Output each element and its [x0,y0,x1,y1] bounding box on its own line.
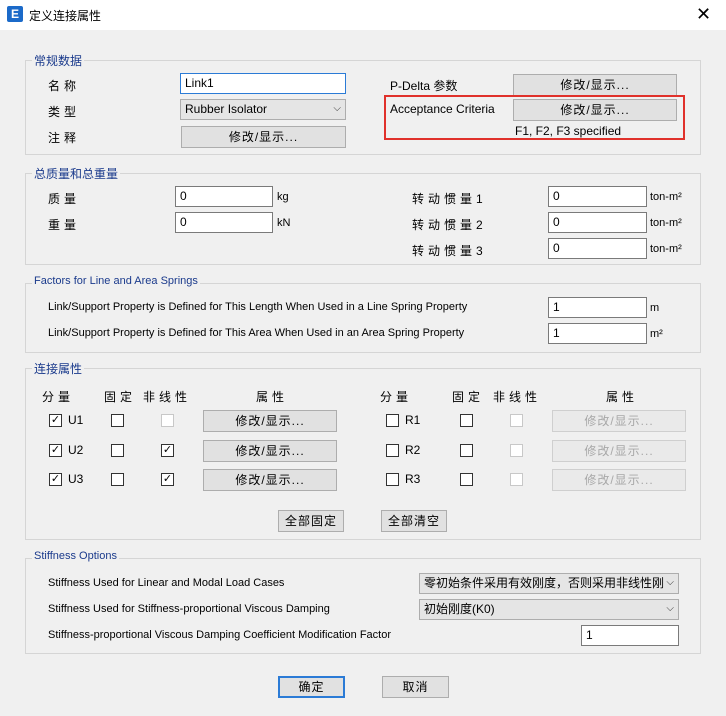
stiffness-linear-label: Stiffness Used for Linear and Modal Load… [48,577,285,589]
dof-r1-label: R1 [405,413,421,427]
acceptance-status: F1, F2, F3 specified [515,124,622,138]
type-select-value: Rubber Isolator [185,102,268,116]
type-select[interactable]: Rubber Isolator ⌵ [180,99,346,120]
notes-modify-button[interactable]: 修改/显示... [181,126,346,148]
name-input[interactable]: Link1 [180,73,346,94]
mass-input[interactable]: 0 [175,186,273,207]
mass-label: 质量 [48,192,81,206]
dof-u1-fixed-checkbox[interactable] [111,414,124,427]
dof-u1-label: U1 [68,413,84,427]
dof-u2-nonlinear-checkbox[interactable]: ✓ [161,444,174,457]
stiffness-linear-select[interactable]: 零初始条件采用有效刚度，否则采用非线性刚 ⌵ [419,573,679,594]
header-component-left: 分量 [42,390,75,404]
pdelta-label: P-Delta 参数 [390,79,458,93]
stiffness-viscous-select[interactable]: 初始刚度(K0) ⌵ [419,599,679,620]
ok-button[interactable]: 确定 [278,676,345,698]
dof-r3-label: R3 [405,472,421,486]
inertia3-input[interactable]: 0 [548,238,647,259]
dof-r1-modify-button: 修改/显示... [552,410,686,432]
app-logo-icon: E [7,6,23,22]
dof-r3-checkbox[interactable] [386,473,399,486]
chevron-down-icon: ⌵ [666,577,674,588]
area-spring-unit: m² [650,328,663,340]
inertia1-input[interactable]: 0 [548,186,647,207]
pdelta-modify-button[interactable]: 修改/显示... [513,74,677,96]
weight-label: 重量 [48,218,81,232]
dof-r2-fixed-checkbox[interactable] [460,444,473,457]
dof-u3-checkbox[interactable]: ✓ [49,473,62,486]
chevron-down-icon: ⌵ [333,103,341,114]
dof-r1-checkbox[interactable] [386,414,399,427]
dof-u3-fixed-checkbox[interactable] [111,473,124,486]
dof-u1-modify-button[interactable]: 修改/显示... [203,410,337,432]
inertia2-input[interactable]: 0 [548,212,647,233]
dof-u1-checkbox[interactable]: ✓ [49,414,62,427]
window-title: 定义连接属性 [29,9,102,23]
dof-u2-modify-button[interactable]: 修改/显示... [203,440,337,462]
header-nonlinear-left: 非线性 [143,390,192,404]
header-nonlinear-right: 非线性 [493,390,542,404]
dof-r2-nonlinear-checkbox [510,444,523,457]
general-group-title: 常规数据 [32,52,85,69]
inertia1-unit: ton-m² [650,191,682,203]
weight-unit: kN [277,217,291,229]
acceptance-label: Acceptance Criteria [390,102,495,116]
acceptance-modify-button[interactable]: 修改/显示... [513,99,677,121]
dof-u1-nonlinear-checkbox [161,414,174,427]
dof-r2-modify-button: 修改/显示... [552,440,686,462]
area-spring-input[interactable]: 1 [548,323,647,344]
dof-u2-fixed-checkbox[interactable] [111,444,124,457]
header-property-left: 属性 [256,390,289,404]
inertia3-label: 转动惯量3 [412,244,487,258]
weight-input[interactable]: 0 [175,212,273,233]
dof-r1-nonlinear-checkbox [510,414,523,427]
line-spring-input[interactable]: 1 [548,297,647,318]
close-icon[interactable]: ✕ [681,0,726,30]
line-spring-unit: m [650,302,660,314]
header-fixed-left: 固定 [104,390,137,404]
dof-r3-modify-button: 修改/显示... [552,469,686,491]
inertia3-unit: ton-m² [650,243,682,255]
header-property-right: 属性 [606,390,639,404]
dof-r2-label: R2 [405,443,421,457]
dof-r2-checkbox[interactable] [386,444,399,457]
stiffness-group-title: Stiffness Options [32,550,119,562]
clear-all-button[interactable]: 全部清空 [381,510,447,532]
dof-r3-nonlinear-checkbox [510,473,523,486]
dof-u2-checkbox[interactable]: ✓ [49,444,62,457]
dof-r3-fixed-checkbox[interactable] [460,473,473,486]
springs-group-title: Factors for Line and Area Springs [32,275,200,287]
cancel-button[interactable]: 取消 [382,676,449,698]
header-fixed-right: 固定 [452,390,485,404]
stiffness-viscous-value: 初始刚度(K0) [424,602,495,616]
inertia2-label: 转动惯量2 [412,218,487,232]
mass-group-title: 总质量和总重量 [32,165,121,182]
type-label: 类型 [48,105,81,119]
dof-r1-fixed-checkbox[interactable] [460,414,473,427]
dof-group-title: 连接属性 [32,360,85,377]
line-spring-label: Link/Support Property is Defined for Thi… [48,301,468,313]
name-label: 名称 [48,79,81,93]
header-component-right: 分量 [380,390,413,404]
dof-u3-modify-button[interactable]: 修改/显示... [203,469,337,491]
fix-all-button[interactable]: 全部固定 [278,510,344,532]
area-spring-label: Link/Support Property is Defined for Thi… [48,327,465,339]
dof-u3-nonlinear-checkbox[interactable]: ✓ [161,473,174,486]
stiffness-viscous-label: Stiffness Used for Stiffness-proportiona… [48,603,330,615]
mass-unit: kg [277,191,289,203]
inertia2-unit: ton-m² [650,217,682,229]
inertia1-label: 转动惯量1 [412,192,487,206]
notes-label: 注释 [48,131,81,145]
stiffness-factor-input[interactable]: 1 [581,625,679,646]
dof-u2-label: U2 [68,443,84,457]
stiffness-factor-label: Stiffness-proportional Viscous Damping C… [48,629,392,641]
chevron-down-icon: ⌵ [666,603,674,614]
dof-u3-label: U3 [68,472,84,486]
stiffness-linear-value: 零初始条件采用有效刚度，否则采用非线性刚 [424,576,665,590]
title-bar: E 定义连接属性 ✕ [0,0,726,30]
